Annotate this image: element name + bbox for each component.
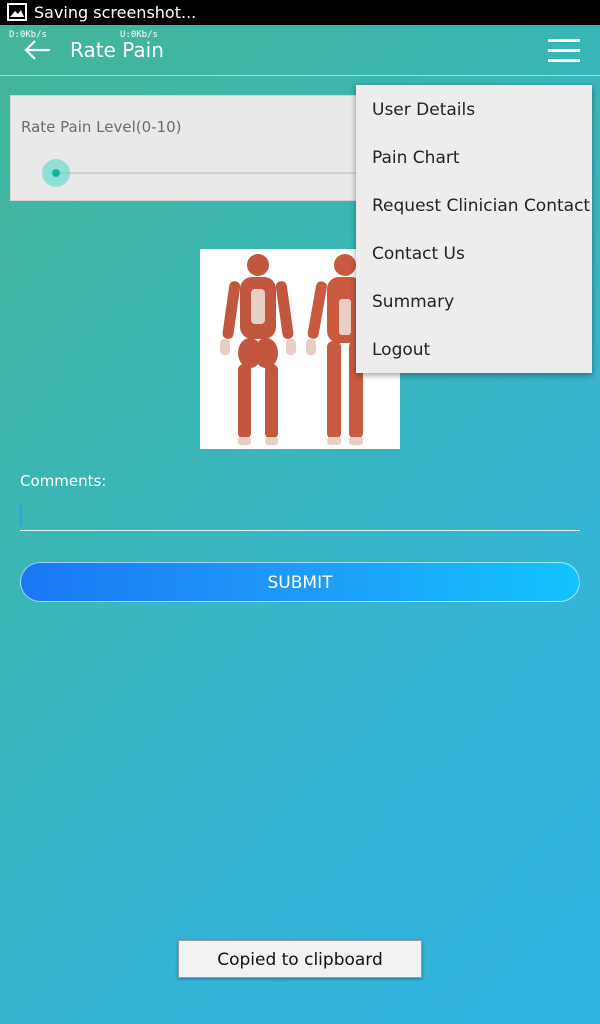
app-bar: D:0Kb/s U:0Kb/s Rate Pain (0, 25, 600, 76)
app-screen: D:0Kb/s U:0Kb/s Rate Pain Rate Pain Leve… (0, 25, 600, 1024)
menu-item-pain-chart[interactable]: Pain Chart (372, 148, 460, 168)
status-notification-text: Saving screenshot... (34, 3, 197, 22)
menu-item-logout[interactable]: Logout (372, 340, 430, 360)
pain-level-label: Rate Pain Level(0-10) (21, 118, 182, 136)
menu-item-request-clinician-contact[interactable]: Request Clinician Contact (372, 196, 590, 216)
toast-message: Copied to clipboard (178, 940, 422, 978)
pain-slider-thumb[interactable] (52, 169, 60, 177)
menu-item-user-details[interactable]: User Details (372, 100, 475, 120)
overflow-menu: User Details Pain Chart Request Clinicia… (356, 85, 592, 373)
menu-item-contact-us[interactable]: Contact Us (372, 244, 465, 264)
status-bar: Saving screenshot... (0, 0, 600, 25)
image-icon (7, 3, 27, 21)
pain-rating-card: Rate Pain Level(0-10) (10, 95, 392, 201)
comments-label: Comments: (20, 472, 107, 490)
page-title: Rate Pain (70, 38, 164, 62)
comments-input[interactable] (20, 500, 580, 531)
pain-slider-track[interactable] (56, 172, 386, 174)
back-arrow-icon[interactable] (22, 37, 52, 63)
text-cursor (20, 504, 22, 526)
hamburger-menu-icon[interactable] (548, 39, 580, 63)
submit-button[interactable]: SUBMIT (20, 562, 580, 602)
menu-item-summary[interactable]: Summary (372, 292, 454, 312)
